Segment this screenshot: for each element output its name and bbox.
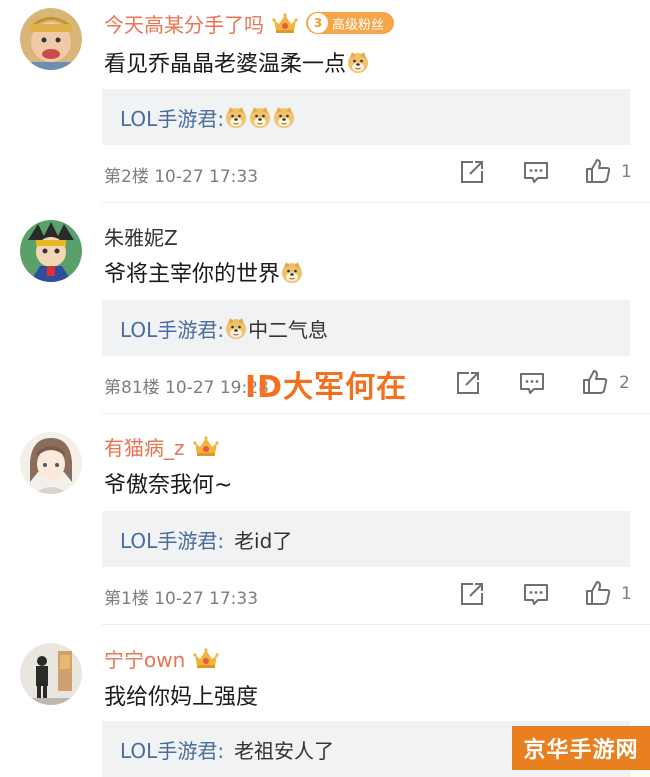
share-icon[interactable]: [458, 158, 486, 186]
avatar[interactable]: [20, 432, 82, 494]
fan-level: 3: [308, 13, 328, 33]
comment-icon[interactable]: [518, 369, 546, 397]
doge-emoji-icon: [346, 50, 370, 74]
reply-box[interactable]: LOL手游君: 中二气息: [102, 300, 630, 356]
avatar[interactable]: [20, 8, 82, 70]
doge-emoji-icon: [224, 316, 248, 340]
doge-emoji-icon: [224, 105, 248, 129]
timestamp: 10-27 17:33: [154, 167, 259, 187]
comment-text: 爷傲奈我何~: [104, 468, 232, 498]
comment-text: 看见乔晶晶老婆温柔一点: [104, 47, 370, 77]
reply-box[interactable]: LOL手游君: 老id了: [102, 511, 630, 567]
comment-text: 爷将主宰你的世界: [104, 257, 304, 287]
like-count: 1: [621, 584, 632, 604]
username[interactable]: 有猫病_z: [104, 432, 185, 461]
divider: [102, 624, 650, 625]
comment-text-body: 爷傲奈我何~: [104, 473, 233, 498]
username[interactable]: 朱雅妮Z: [104, 222, 178, 251]
comment-text-body: 看见乔晶晶老婆温柔一点: [104, 52, 347, 77]
crown-icon: [193, 646, 219, 670]
doge-emoji-icon: [272, 105, 296, 129]
like-icon[interactable]: [581, 368, 609, 396]
like-count: 1: [621, 162, 632, 182]
avatar[interactable]: [20, 220, 82, 282]
overlay-watermark: ID大军何在: [245, 370, 408, 405]
reply-text-body: 老祖安人了: [234, 738, 335, 763]
avatar[interactable]: [20, 643, 82, 705]
reply-author[interactable]: LOL手游君:: [120, 735, 224, 764]
floor-number: 第2楼: [104, 167, 149, 187]
comment-icon[interactable]: [522, 158, 550, 186]
corner-watermark-text: 京华手游网: [523, 738, 639, 763]
timestamp: 10-27 17:33: [154, 589, 259, 609]
doge-emoji-icon: [248, 105, 272, 129]
comment-text-body: 我给你妈上强度: [104, 685, 259, 710]
reply-text: 中二气息: [224, 314, 328, 343]
comment-text: 我给你妈上强度: [104, 680, 258, 710]
reply-text-body: 老id了: [234, 528, 293, 553]
comment-meta: 第1楼 10-27 17:33: [104, 584, 258, 609]
share-icon[interactable]: [458, 580, 486, 608]
reply-text: [224, 105, 296, 129]
comment-icon[interactable]: [522, 580, 550, 608]
crown-icon: [272, 11, 298, 35]
reply-box[interactable]: LOL手游君:: [102, 89, 630, 145]
comment-meta: 第2楼 10-27 17:33: [104, 162, 258, 187]
comment-text-body: 爷将主宰你的世界: [104, 262, 281, 287]
doge-emoji-icon: [280, 260, 304, 284]
reply-author[interactable]: LOL手游君:: [120, 525, 224, 554]
fan-badge[interactable]: 3 高级粉丝: [306, 12, 395, 34]
username[interactable]: 今天高某分手了吗: [104, 9, 264, 38]
reply-text: 老祖安人了: [224, 735, 334, 764]
reply-text: 老id了: [224, 525, 292, 554]
like-count: 2: [619, 373, 630, 393]
username[interactable]: 宁宁own: [104, 644, 185, 673]
divider: [102, 202, 650, 203]
floor-number: 第1楼: [104, 589, 149, 609]
crown-icon: [193, 434, 219, 458]
corner-watermark: 京华手游网: [512, 726, 650, 770]
fan-badge-label: 高级粉丝: [332, 17, 385, 33]
reply-author[interactable]: LOL手游君:: [120, 103, 224, 132]
floor-number: 第81楼: [104, 378, 160, 398]
reply-author[interactable]: LOL手游君:: [120, 314, 224, 343]
share-icon[interactable]: [454, 369, 482, 397]
reply-text-body: 中二气息: [248, 317, 329, 342]
like-icon[interactable]: [584, 157, 612, 185]
divider: [102, 413, 650, 414]
like-icon[interactable]: [584, 579, 612, 607]
